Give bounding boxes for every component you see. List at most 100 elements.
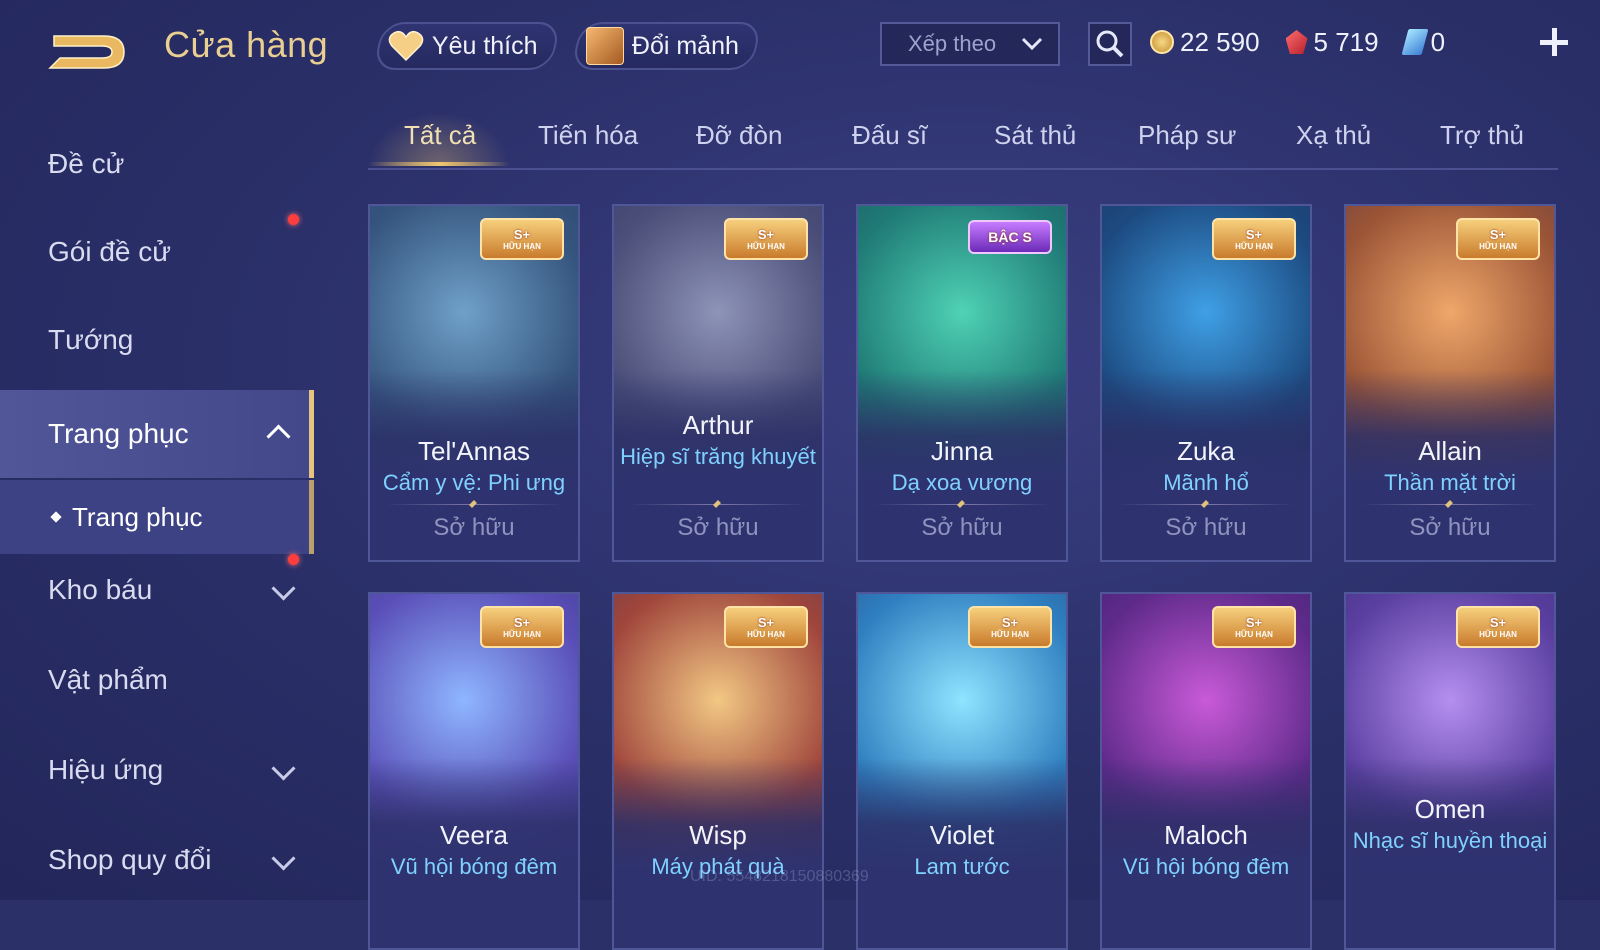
card-divider [630,504,806,505]
skin-name: Mãnh hổ [1163,470,1249,495]
card-shade [858,758,1066,948]
sidebar-item-label: Vật phẩm [48,664,168,695]
skin-name: Thần mặt trời [1384,470,1516,495]
skin-grid: S+ HỮU HẠN Tel'Annas Cẩm y vệ: Phi ưng Sở… [368,204,1558,950]
hero-name: Maloch [1164,820,1248,850]
owned-status: Sở hữu [677,514,759,541]
skin-card[interactable]: S+ HỮU HẠN Allain Thần mặt trời Sở hữu [1344,204,1556,562]
tab-fighter[interactable]: Đấu sĩ [852,120,927,151]
notification-dot [288,214,299,225]
heart-icon [388,30,424,62]
sidebar-item-label: Shop quy đổi [48,844,212,875]
sidebar-item-exchange-shop[interactable]: Shop quy đổi [0,820,314,900]
sidebar-item-label: Hiệu ứng [48,754,164,785]
skin-name: Vũ hội bóng đêm [1122,854,1290,879]
exchange-shards-button[interactable]: Đổi mảnh [570,22,763,70]
card-divider [386,504,562,505]
tab-tank[interactable]: Đỡ đòn [696,120,782,151]
tab-support[interactable]: Trợ thủ [1440,120,1524,151]
gold-amount: 22 590 [1180,26,1260,57]
favorites-button[interactable]: Yêu thích [372,22,561,70]
page-title: Cửa hàng [164,24,329,65]
sidebar-item-treasure[interactable]: Kho báu [0,550,314,630]
owned-status: Sở hữu [1409,514,1491,541]
shard-chest-icon [586,27,624,65]
limited-badge: S+ HỮU HẠN [1212,218,1296,260]
chevron-down-icon [271,846,296,871]
skin-card[interactable]: BẬC S Jinna Dạ xoa vương Sở hữu [856,204,1068,562]
card-shade [1102,758,1310,948]
gold-currency: 22 590 [1150,27,1260,58]
skin-card[interactable]: S+ HỮU HẠN Omen Nhạc sĩ huyền thoại [1344,592,1556,950]
back-arrow-icon [48,35,125,69]
skin-name: Cẩm y vệ: Phi ưng [382,470,566,495]
ruby-icon [1285,30,1308,54]
sidebar-item-label: Đề cử [48,148,125,179]
sidebar-subitem-skins[interactable]: Trang phục [0,480,314,554]
skin-card[interactable]: S+ HỮU HẠN Veera Vũ hội bóng đêm [368,592,580,950]
tab-all[interactable]: Tất cả [404,120,476,151]
tab-evolution[interactable]: Tiến hóa [538,120,638,151]
skin-name: Lam tước [914,854,1010,879]
limited-badge: S+ HỮU HẠN [480,606,564,648]
limited-badge: S+ HỮU HẠN [480,218,564,260]
rank-s-badge: BẬC S [968,220,1052,254]
skin-name: Nhạc sĩ huyền thoại [1352,828,1548,853]
favorites-label: Yêu thích [432,31,538,60]
sort-dropdown[interactable]: Xếp theo [880,22,1060,66]
chevron-down-icon [1021,37,1043,51]
sidebar-item-skins[interactable]: Trang phục [0,390,314,478]
limited-badge: S+ HỮU HẠN [968,606,1052,648]
chevron-down-icon [271,576,296,601]
card-divider [1362,504,1538,505]
sidebar-item-label: Kho báu [48,574,153,605]
sidebar: Đề cử Gói đề cử Tướng Trang phục Trang p… [0,120,314,900]
ruby-amount: 5 719 [1313,26,1379,57]
limited-badge: S+ HỮU HẠN [1456,606,1540,648]
tab-assassin[interactable]: Sát thủ [994,120,1076,151]
add-currency-button[interactable] [1536,24,1572,60]
search-icon [1096,30,1124,58]
search-button[interactable] [1088,22,1132,66]
voucher-currency: 0 [1401,26,1446,58]
gold-coin-icon [1150,30,1174,54]
card-shade [614,758,822,948]
back-button[interactable] [46,26,130,76]
card-divider [1118,504,1294,505]
skin-name: Hiệp sĩ trăng khuyết [620,444,816,469]
skin-card[interactable]: S+ HỮU HẠN Violet Lam tước [856,592,1068,950]
skin-card[interactable]: S+ HỮU HẠN Zuka Mãnh hổ Sở hữu [1100,204,1312,562]
tab-mage[interactable]: Pháp sư [1138,120,1236,151]
sidebar-item-items[interactable]: Vật phẩm [0,640,314,720]
voucher-amount: 0 [1430,26,1446,57]
card-shade [370,758,578,948]
chevron-down-icon [271,756,296,781]
skin-card[interactable]: S+ HỮU HẠN Tel'Annas Cẩm y vệ: Phi ưng Sở… [368,204,580,562]
skin-card[interactable]: S+ HỮU HẠN Arthur Hiệp sĩ trăng khuyết Sở… [612,204,824,562]
owned-status: Sở hữu [921,514,1003,541]
sidebar-item-recommended[interactable]: Đề cử [0,124,314,204]
limited-badge: S+ HỮU HẠN [724,606,808,648]
limited-badge: S+ HỮU HẠN [1212,606,1296,648]
card-divider [874,504,1050,505]
sidebar-subitem-label: Trang phục [72,501,203,532]
hero-name: Arthur [682,410,754,440]
hero-name: Omen [1414,794,1486,824]
tab-marksman[interactable]: Xạ thủ [1296,120,1371,151]
owned-status: Sở hữu [1165,514,1247,541]
sidebar-item-bundles[interactable]: Gói đề cử [0,212,314,292]
skin-card[interactable]: S+ HỮU HẠN Wisp Máy phát quà [612,592,824,950]
sidebar-item-label: Trang phục [48,418,189,449]
sidebar-item-effects[interactable]: Hiệu ứng [0,730,314,810]
active-tab-underline [368,162,510,166]
limited-badge: S+ HỮU HẠN [1456,218,1540,260]
hero-name: Zuka [1177,436,1235,466]
skin-name: Dạ xoa vương [891,470,1033,495]
skin-card[interactable]: S+ HỮU HẠN Maloch Vũ hội bóng đêm [1100,592,1312,950]
uid-watermark: UID: 5548218150880369 [690,868,869,885]
skin-name: Vũ hội bóng đêm [390,854,558,879]
category-tabs: Tất cả Tiến hóa Đỡ đòn Đấu sĩ Sát thủ Ph… [368,112,1558,170]
limited-badge: S+ HỮU HẠN [724,218,808,260]
hero-name: Tel'Annas [418,436,530,466]
sidebar-item-heroes[interactable]: Tướng [0,300,314,380]
